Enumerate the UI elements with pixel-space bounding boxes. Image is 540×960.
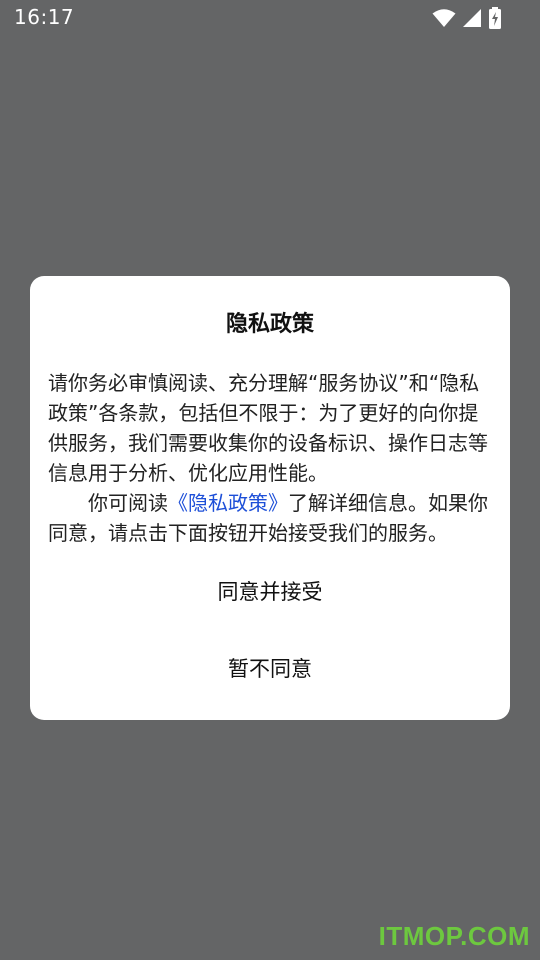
cellular-signal-icon: [463, 9, 481, 27]
policy-paragraph-1: 请你务必审慎阅读、充分理解“服务协议”和“隐私政策”各条款，包括但不限于：为了更…: [48, 371, 488, 485]
accept-button[interactable]: 同意并接受: [30, 570, 510, 614]
wifi-icon: [432, 9, 456, 27]
watermark: ITMOP.COM: [378, 921, 530, 951]
status-icons: [426, 7, 502, 29]
privacy-policy-dialog: 隐私政策 请你务必审慎阅读、充分理解“服务协议”和“隐私政策”各条款，包括但不限…: [30, 276, 510, 720]
decline-button[interactable]: 暂不同意: [30, 647, 510, 691]
paragraph-2-text-before: 你可阅读: [88, 491, 168, 515]
battery-charging-icon: [489, 7, 501, 29]
dialog-title: 隐私政策: [225, 312, 314, 337]
policy-paragraph-2: 你可阅读《隐私政策》了解详细信息。如果你同意，请点击下面按钮开始接受我们的服务。: [48, 488, 496, 548]
dialog-body: 请你务必审慎阅读、充分理解“服务协议”和“隐私政策”各条款，包括但不限于：为了更…: [48, 368, 496, 548]
status-bar: 16:17: [0, 0, 540, 36]
status-time: 16:17: [14, 5, 75, 29]
privacy-policy-link[interactable]: 《隐私政策》: [168, 491, 288, 515]
